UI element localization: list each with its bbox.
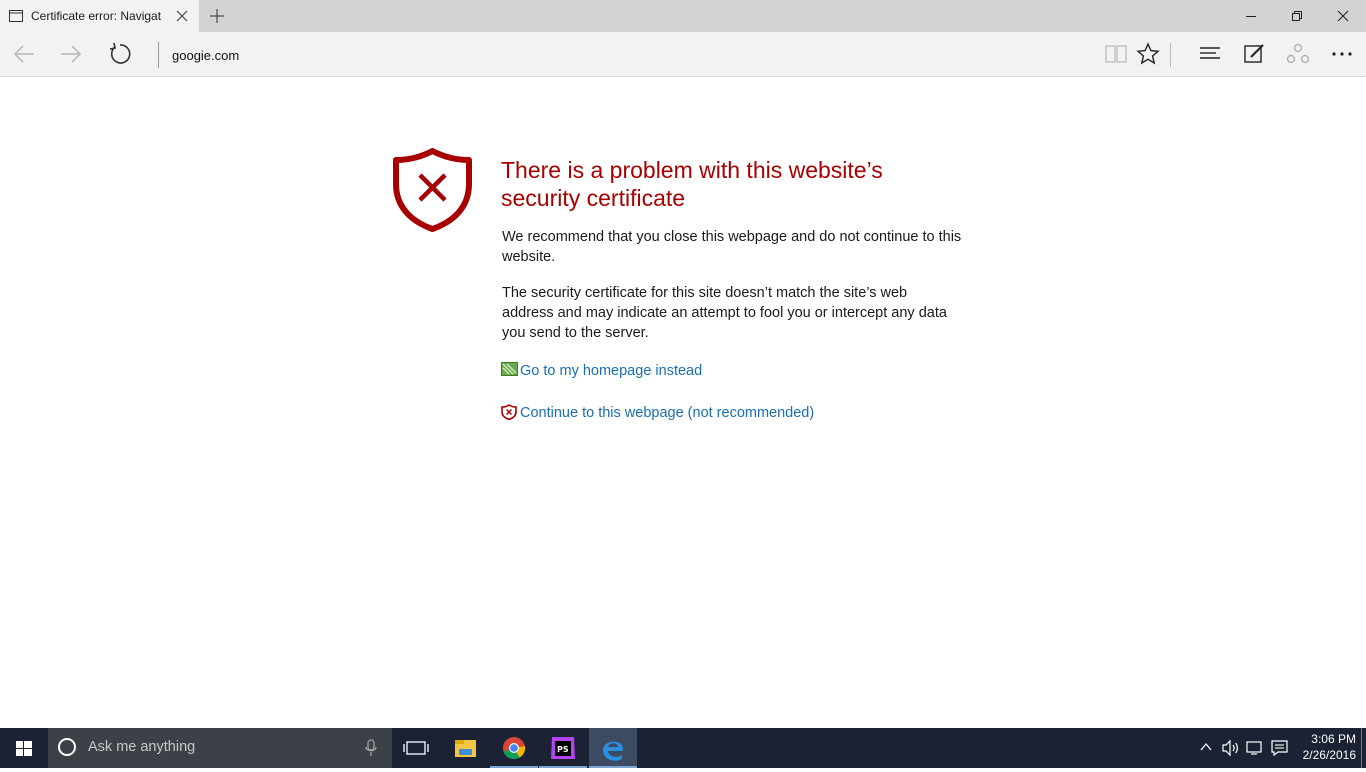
search-placeholder: Ask me anything bbox=[88, 739, 196, 755]
chrome-icon bbox=[503, 737, 526, 760]
edge-button[interactable] bbox=[589, 728, 637, 768]
title-bar: Certificate error: Navigat bbox=[0, 0, 1366, 32]
window-close-button[interactable] bbox=[1320, 0, 1366, 32]
windows-logo-icon bbox=[16, 741, 32, 756]
cortana-icon bbox=[58, 738, 76, 756]
edge-icon bbox=[603, 741, 623, 761]
homepage-icon bbox=[501, 362, 518, 376]
favorite-star-icon[interactable] bbox=[1136, 42, 1160, 66]
homepage-link[interactable]: Go to my homepage instead bbox=[520, 363, 702, 379]
taskbar: Ask me anything PS 3:06 PM 2/26/2016 bbox=[0, 728, 1366, 768]
chrome-button[interactable] bbox=[490, 728, 538, 768]
restore-button[interactable] bbox=[1274, 0, 1320, 32]
forward-icon[interactable] bbox=[59, 42, 83, 66]
close-icon bbox=[1337, 10, 1349, 22]
phpstorm-button[interactable]: PS bbox=[539, 728, 587, 768]
back-icon[interactable] bbox=[12, 42, 36, 66]
address-bar[interactable] bbox=[172, 46, 772, 64]
show-desktop-button[interactable] bbox=[1361, 728, 1362, 768]
navigation-bar bbox=[0, 32, 1366, 77]
recommendation-text: We recommend that you close this webpage… bbox=[502, 229, 962, 265]
file-explorer-icon bbox=[455, 740, 476, 757]
error-heading: There is a problem with this website’s s… bbox=[501, 157, 883, 211]
task-view-icon bbox=[403, 741, 429, 755]
share-icon[interactable] bbox=[1286, 42, 1310, 66]
phpstorm-icon: PS bbox=[551, 737, 575, 759]
refresh-icon[interactable] bbox=[108, 42, 132, 66]
restore-icon bbox=[1292, 11, 1302, 21]
continue-link[interactable]: Continue to this webpage (not recommende… bbox=[520, 405, 814, 421]
page-icon bbox=[9, 10, 23, 22]
new-tab-plus-icon[interactable] bbox=[209, 8, 225, 24]
task-view-button[interactable] bbox=[392, 728, 440, 768]
hub-icon[interactable] bbox=[1198, 42, 1222, 66]
tab-title: Certificate error: Navigat bbox=[31, 9, 162, 23]
minimize-icon bbox=[1246, 16, 1256, 17]
clock-time: 3:06 PM bbox=[1311, 732, 1356, 746]
start-button[interactable] bbox=[0, 728, 48, 768]
tab-close-icon[interactable] bbox=[175, 9, 189, 23]
cortana-search-box[interactable]: Ask me anything bbox=[48, 728, 392, 768]
microphone-icon[interactable] bbox=[364, 739, 378, 757]
system-clock[interactable]: 3:06 PM 2/26/2016 bbox=[1290, 731, 1356, 763]
explanation-text: The security certificate for this site d… bbox=[502, 285, 947, 341]
warning-shield-icon bbox=[501, 404, 517, 420]
network-icon[interactable] bbox=[1246, 740, 1264, 756]
clock-date: 2/26/2016 bbox=[1302, 748, 1356, 762]
minimize-button[interactable] bbox=[1228, 0, 1274, 32]
security-shield-icon bbox=[393, 148, 472, 232]
action-center-icon[interactable] bbox=[1271, 740, 1289, 756]
toolbar-divider bbox=[1170, 43, 1171, 67]
active-tab[interactable]: Certificate error: Navigat bbox=[0, 0, 199, 32]
web-note-icon[interactable] bbox=[1242, 42, 1266, 66]
address-divider bbox=[158, 42, 159, 68]
more-icon[interactable] bbox=[1330, 42, 1354, 66]
volume-icon[interactable] bbox=[1221, 740, 1239, 756]
svg-text:PS: PS bbox=[557, 745, 569, 754]
reading-view-icon[interactable] bbox=[1104, 42, 1128, 66]
file-explorer-button[interactable] bbox=[441, 728, 489, 768]
chevron-up-icon[interactable] bbox=[1199, 740, 1213, 754]
